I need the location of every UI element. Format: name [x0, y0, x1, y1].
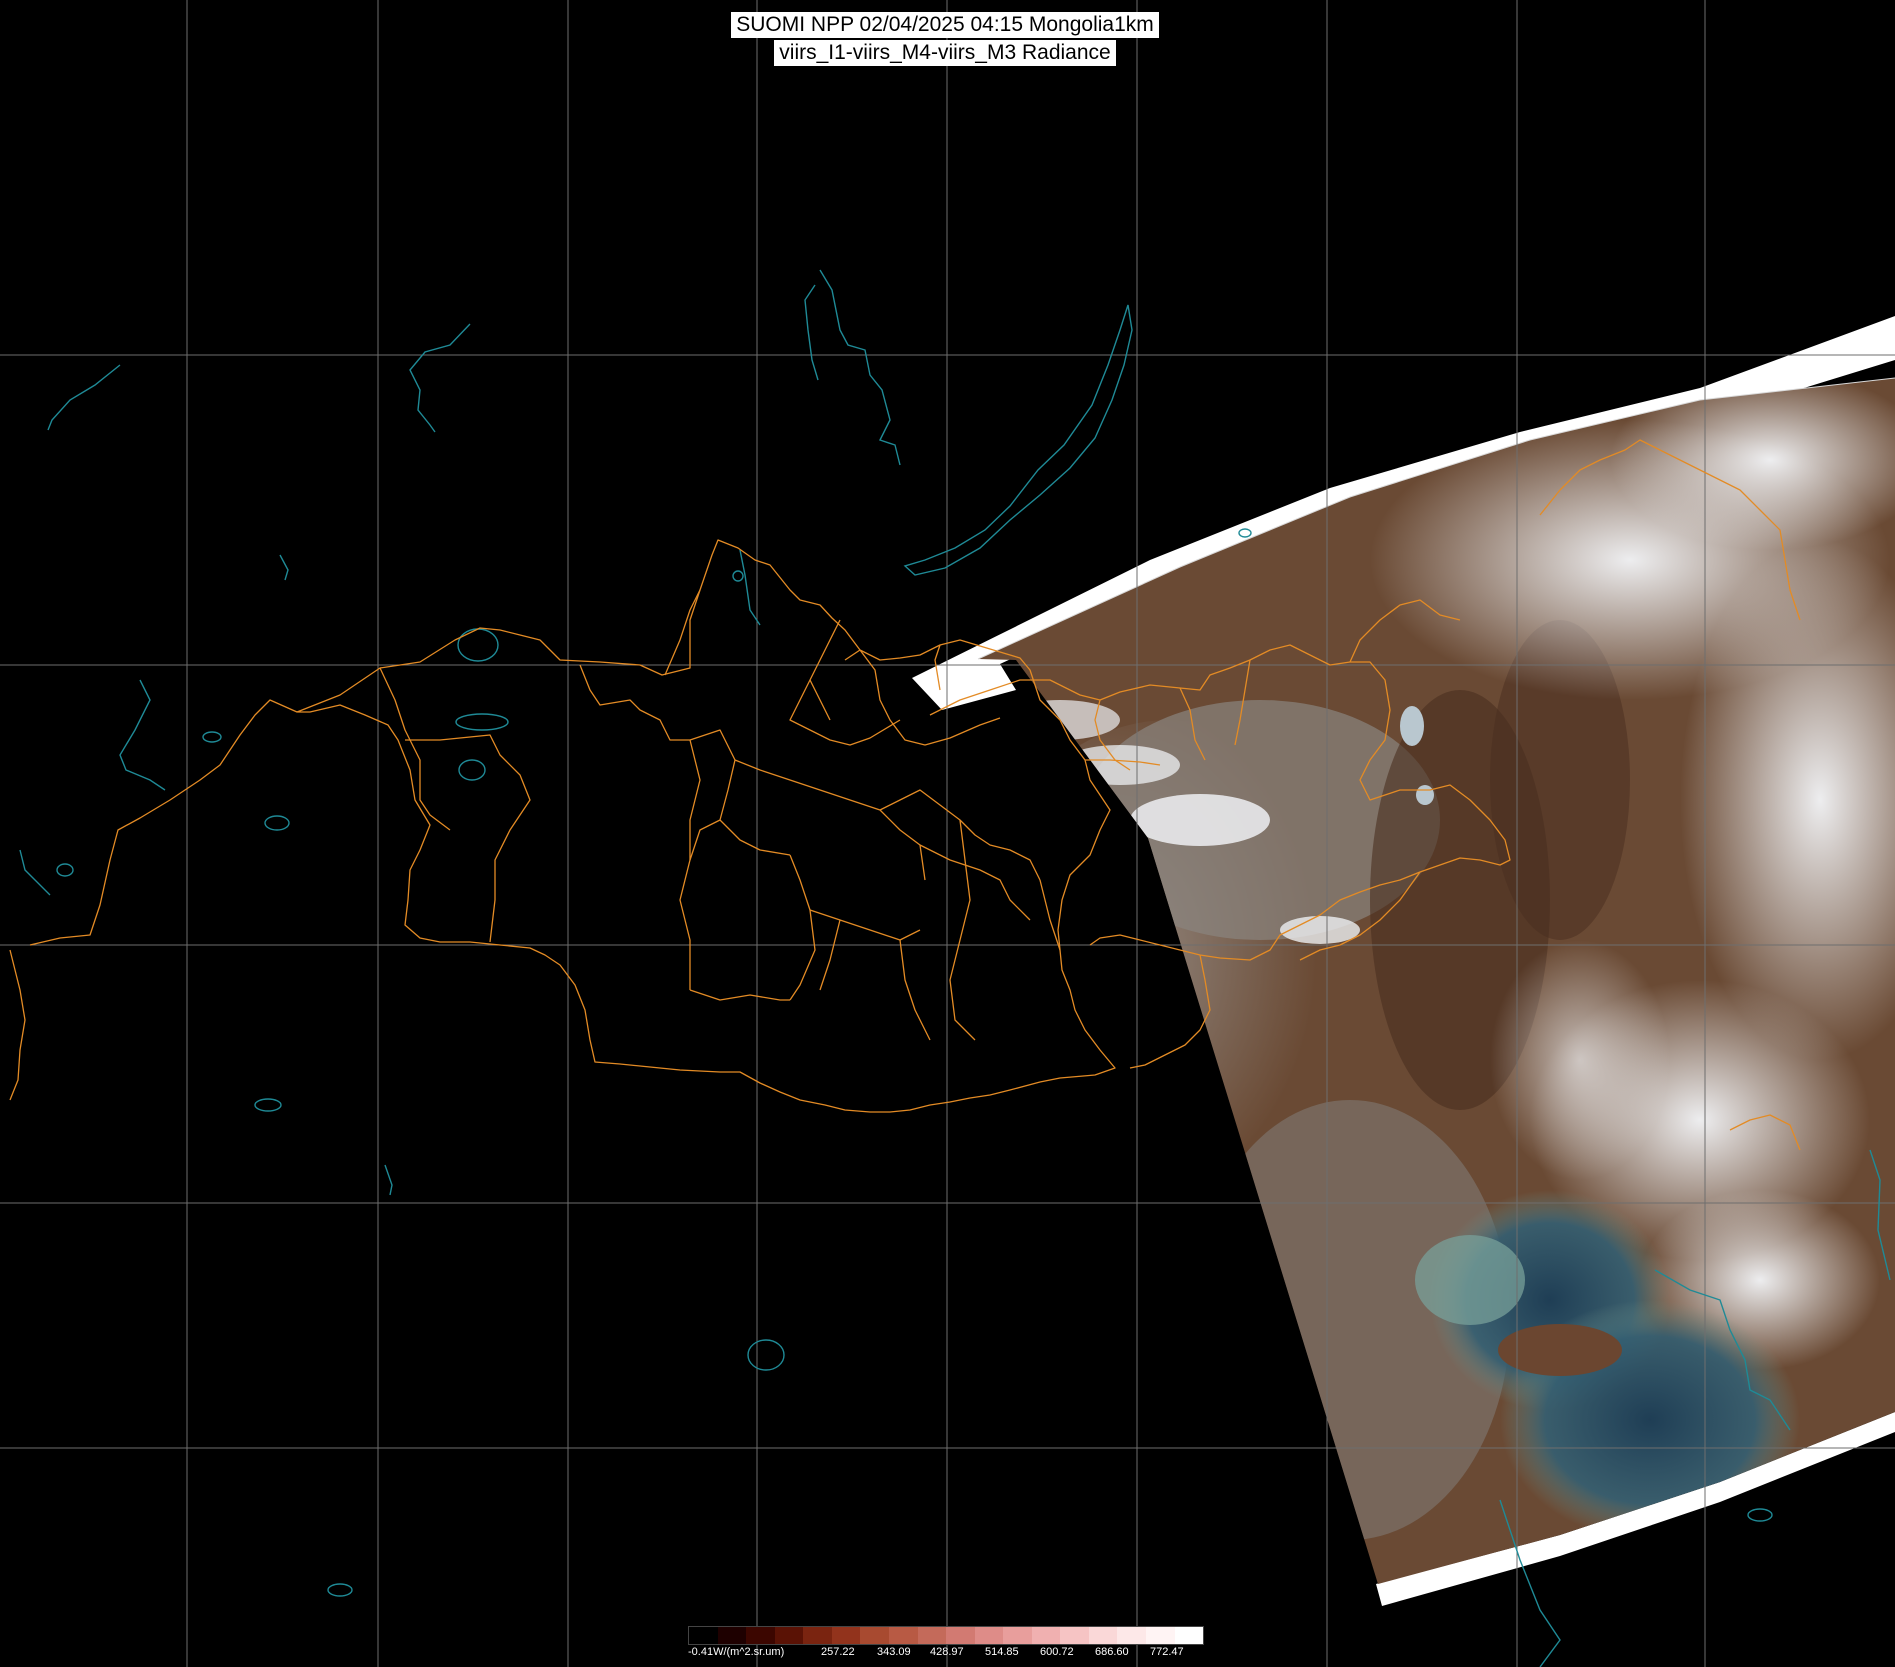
colorbar-swatch	[1117, 1627, 1146, 1644]
colorbar-swatch	[946, 1627, 975, 1644]
colorbar-swatch	[1088, 1627, 1118, 1644]
colorbar-swatch	[1031, 1627, 1061, 1644]
colorbar-tick: 257.22	[821, 1646, 855, 1658]
colorbar-swatch	[1060, 1627, 1089, 1644]
colorbar-unit-label: -0.41W/(m^2.sr.um)	[688, 1646, 785, 1658]
mongolia-outline	[296, 539, 1116, 1113]
colorbar-swatch	[746, 1627, 775, 1644]
colorbar-swatch	[1146, 1627, 1175, 1644]
colorbar-tick: 343.09	[877, 1646, 911, 1658]
colorbar-swatch	[860, 1627, 889, 1644]
colorbar-swatch	[917, 1627, 947, 1644]
colorbar-tick: 772.47	[1150, 1646, 1184, 1658]
satellite-swath	[912, 316, 1895, 1606]
colorbar-swatch	[1174, 1627, 1204, 1644]
colorbar-swatch	[974, 1627, 1004, 1644]
colorbar-swatch	[689, 1627, 718, 1644]
colorbar-labels: -0.41W/(m^2.sr.um) 257.22 343.09 428.97 …	[684, 1645, 1224, 1661]
colorbar-tick: 686.60	[1095, 1646, 1129, 1658]
colorbar-tick: 428.97	[930, 1646, 964, 1658]
lake-baikal	[903, 304, 1133, 576]
colorbar-swatch	[803, 1627, 832, 1644]
colorbar-tick: 514.85	[985, 1646, 1019, 1658]
colorbar-swatch	[831, 1627, 861, 1644]
colorbar-swatch	[717, 1627, 747, 1644]
colorbar-swatch	[774, 1627, 804, 1644]
colorbar-swatch	[1003, 1627, 1032, 1644]
colorbar	[688, 1626, 1204, 1645]
colorbar-swatch	[888, 1627, 918, 1644]
colorbar-tick: 600.72	[1040, 1646, 1074, 1658]
satellite-map	[0, 0, 1895, 1667]
